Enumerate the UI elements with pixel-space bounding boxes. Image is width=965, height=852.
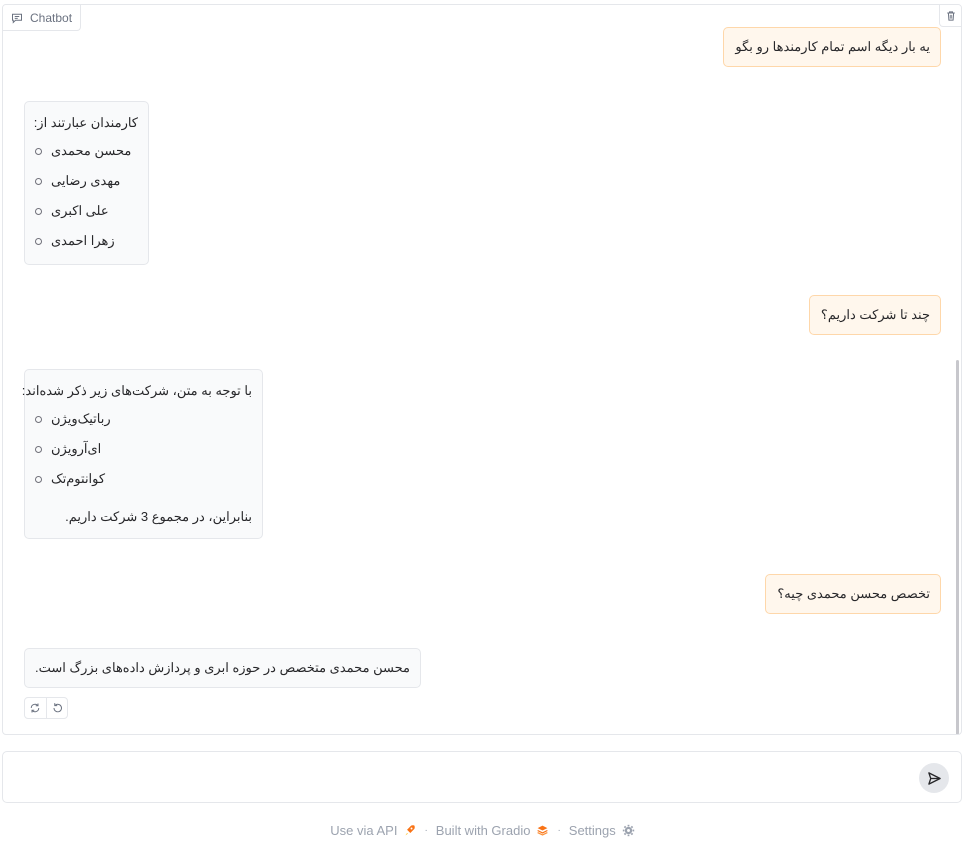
message-list: رباتیک‌ویژن ای‌آرویژن کوانتوم‌تک: [35, 404, 252, 494]
gradio-logo-icon: [537, 825, 549, 836]
chat-icon: [12, 13, 22, 24]
bullet-icon: [35, 415, 42, 423]
bot-message: محسن محمدی متخصص در حوزه ابری و پردازش د…: [24, 648, 421, 688]
gradio-link[interactable]: Built with Gradio: [436, 823, 550, 838]
message-input[interactable]: [13, 762, 903, 792]
bot-message: کارمندان عبارتند از: محسن محمدی مهدی رضا…: [24, 101, 149, 265]
chatbot-label-text: Chatbot: [30, 10, 73, 25]
footer-separator: ·: [557, 824, 561, 836]
list-item: علی اکبری: [35, 196, 138, 226]
message-text: چند تا شرکت داریم؟: [820, 307, 930, 322]
rocket-icon: [405, 824, 416, 835]
settings-link[interactable]: Settings: [569, 823, 635, 838]
clear-chat-button[interactable]: [939, 5, 961, 27]
trash-icon: [946, 10, 955, 21]
message-actions: [24, 697, 68, 719]
built-with-text: Built with Gradio: [435, 822, 531, 838]
bot-message: با توجه به متن، شرکت‌های زیر ذکر شده‌اند…: [21, 369, 263, 539]
gear-icon: [622, 824, 634, 836]
user-message: چند تا شرکت داریم؟: [808, 295, 941, 335]
retry-icon: [31, 703, 40, 713]
list-item: محسن محمدی: [35, 136, 138, 166]
bullet-icon: [35, 147, 42, 155]
use-api-link[interactable]: Use via API: [330, 823, 416, 838]
use-api-text: Use via API: [330, 822, 398, 838]
user-message: یه بار دیگه اسم تمام کارمندها رو بگو: [723, 27, 941, 67]
message-intro: با توجه به متن، شرکت‌های زیر ذکر شده‌اند…: [21, 383, 252, 398]
send-icon: [927, 771, 941, 785]
bullet-icon: [35, 207, 42, 215]
message-text: یه بار دیگه اسم تمام کارمندها رو بگو: [735, 39, 930, 54]
undo-button[interactable]: [45, 698, 68, 718]
chatbot-label: Chatbot: [3, 5, 82, 31]
bullet-icon: [35, 445, 42, 453]
footer-separator: ·: [424, 824, 428, 836]
message-outro: بنابراین، در مجموع 3 شرکت داریم.: [65, 509, 252, 524]
list-item: ای‌آرویژن: [35, 434, 252, 464]
scrollbar[interactable]: [956, 360, 959, 734]
footer: Use via API · Built with Gradio · Settin…: [0, 820, 965, 840]
message-text: تخصص محسن محمدی چیه؟: [777, 586, 930, 601]
retry-button[interactable]: [25, 698, 46, 718]
bullet-icon: [35, 177, 42, 185]
send-button[interactable]: [919, 763, 949, 793]
message-input-row: [2, 751, 962, 803]
list-item: رباتیک‌ویژن: [35, 404, 252, 434]
list-item: کوانتوم‌تک: [35, 464, 252, 494]
bullet-icon: [35, 475, 42, 483]
chatbot-panel: Chatbot یه بار دیگه اسم تمام کارمندها رو…: [2, 4, 962, 735]
undo-icon: [53, 703, 62, 713]
settings-text: Settings: [568, 822, 616, 838]
bullet-icon: [35, 237, 42, 245]
user-message: تخصص محسن محمدی چیه؟: [765, 574, 941, 614]
list-item: زهرا احمدی: [35, 226, 138, 256]
list-item: مهدی رضایی: [35, 166, 138, 196]
message-text: محسن محمدی متخصص در حوزه ابری و پردازش د…: [35, 660, 410, 675]
message-list: محسن محمدی مهدی رضایی علی اکبری زهرا احم…: [35, 136, 138, 256]
message-intro: کارمندان عبارتند از:: [33, 115, 138, 130]
